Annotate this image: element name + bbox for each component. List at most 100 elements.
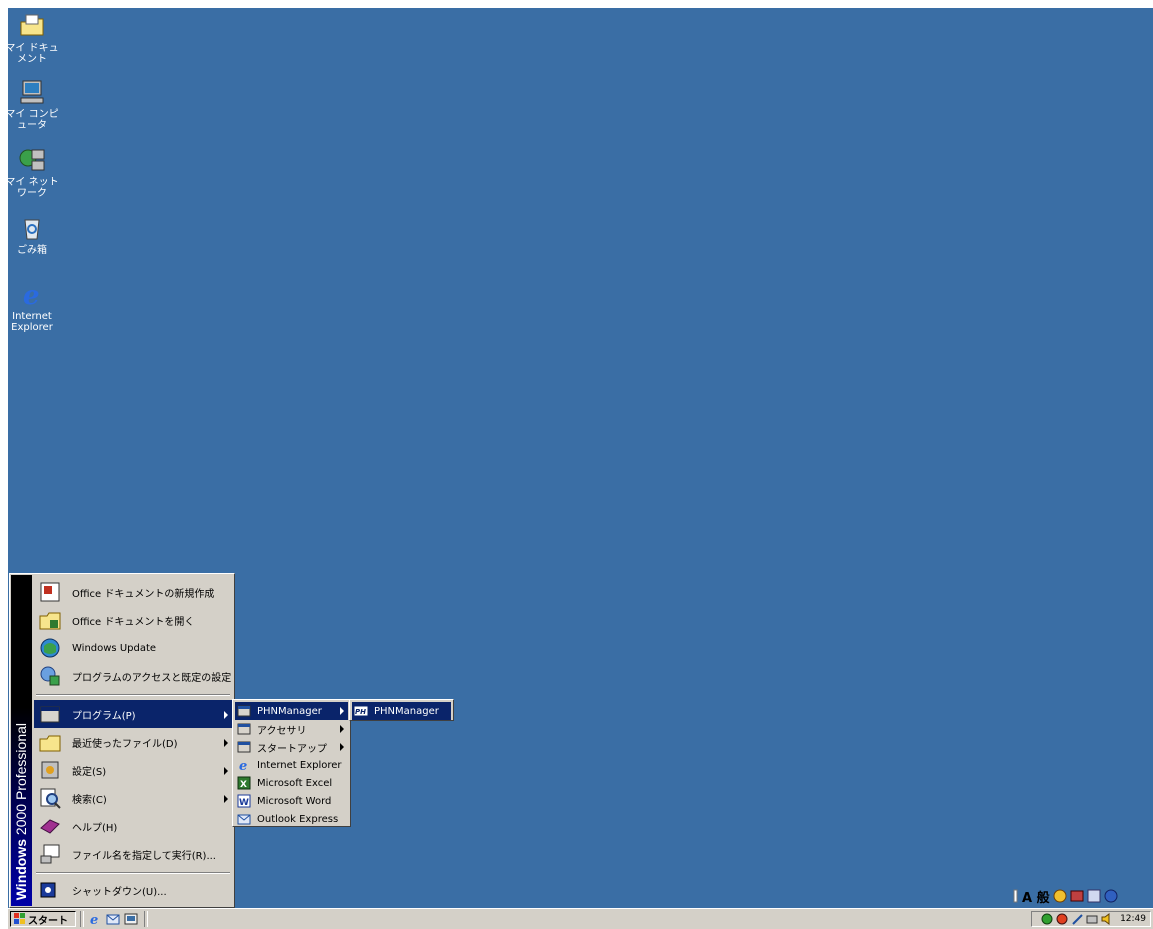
desktop-icon-label: マイ ネットワーク <box>5 177 59 199</box>
start-button[interactable]: スタート <box>10 911 76 927</box>
program-defaults-icon <box>40 666 60 686</box>
banner-rest-text: 2000 Professional <box>13 722 29 839</box>
desktop-icon-my-computer[interactable]: マイ コンピュータ <box>2 78 62 131</box>
programs-submenu: PHNManager アクセサリ スタートアップ e Internet Expl… <box>232 699 351 827</box>
volume-icon[interactable] <box>1101 913 1113 925</box>
start-item-label: Office ドキュメントを開く <box>72 616 195 628</box>
phnmanager-submenu: PH PHNManager <box>349 699 454 721</box>
desktop-icon-label: ごみ箱 <box>17 245 47 256</box>
windows-logo-icon <box>14 913 25 924</box>
desktop-icon-label: Internet Explorer <box>11 311 53 333</box>
start-button-label: スタート <box>28 915 68 927</box>
start-item-shutdown[interactable]: シャットダウン(U)... <box>34 876 232 904</box>
help-icon <box>40 819 60 834</box>
documents-icon <box>39 735 61 752</box>
start-item-label: 設定(S) <box>72 766 107 778</box>
folder-documents-icon <box>20 14 44 36</box>
ime-tool-icon[interactable] <box>1070 889 1084 903</box>
ime-help-icon[interactable] <box>1104 889 1118 903</box>
quicklaunch-separator <box>80 911 84 927</box>
svg-text:e: e <box>239 759 247 772</box>
ime-pad-icon[interactable] <box>1087 889 1101 903</box>
start-item-label: プログラムのアクセスと既定の設定 <box>72 672 232 684</box>
programs-icon <box>40 706 60 723</box>
phnmanager-item-label: PHNManager <box>374 705 439 717</box>
submenu-arrow-icon <box>340 707 344 715</box>
desktop-icon-my-network[interactable]: マイ ネットワーク <box>2 146 62 199</box>
internet-explorer-icon[interactable]: e <box>88 912 102 926</box>
start-item-help[interactable]: ヘルプ(H) <box>34 812 232 840</box>
network-status-icon[interactable] <box>1086 913 1098 925</box>
desktop-icon-recycle-bin[interactable]: ごみ箱 <box>2 214 62 256</box>
recycle-bin-icon <box>24 219 40 240</box>
outlook-express-icon <box>237 814 251 825</box>
submenu-arrow-icon <box>224 767 228 775</box>
desktop-icon-my-documents[interactable]: マイ ドキュメント <box>2 12 62 65</box>
language-bar[interactable]: A 般 <box>1013 886 1153 906</box>
start-item-office-new[interactable]: Office ドキュメントの新規作成 <box>34 578 232 606</box>
start-menu: Windows 2000 Professional Office ドキュメントの… <box>9 573 235 908</box>
ime-status-icon[interactable] <box>1041 913 1053 925</box>
programs-item-label: Microsoft Excel <box>257 777 333 789</box>
submenu-arrow-icon <box>340 743 344 751</box>
start-item-label: 最近使ったファイル(D) <box>72 738 178 750</box>
svg-text:W: W <box>239 798 249 808</box>
start-item-windows-update[interactable]: Windows Update <box>34 634 232 662</box>
settings-icon <box>41 761 59 779</box>
clock[interactable]: 12:49 <box>1120 914 1146 924</box>
programs-item-phnmanager[interactable]: PHNManager <box>235 702 348 720</box>
start-item-office-open[interactable]: Office ドキュメントを開く <box>34 606 232 634</box>
start-item-documents[interactable]: 最近使ったファイル(D) <box>34 728 232 756</box>
desktop-icon-label: マイ ドキュメント <box>5 43 59 65</box>
programs-item-label: Outlook Express <box>257 813 339 825</box>
programs-item-internet-explorer[interactable]: e Internet Explorer <box>235 756 348 774</box>
program-group-icon <box>237 723 251 735</box>
programs-item-excel[interactable]: X Microsoft Excel <box>235 774 348 792</box>
program-group-icon <box>237 741 251 753</box>
programs-item-outlook-express[interactable]: Outlook Express <box>235 810 348 828</box>
taskbar: スタート e 12:49 <box>8 908 1153 929</box>
ime-pen-icon[interactable] <box>1053 889 1067 903</box>
start-item-label: Windows Update <box>72 642 157 654</box>
word-icon: W <box>237 794 251 808</box>
outlook-express-icon[interactable] <box>106 912 120 926</box>
svg-text:X: X <box>240 780 247 790</box>
svg-text:PH: PH <box>355 708 366 716</box>
start-item-label: ヘルプ(H) <box>72 822 118 834</box>
internet-explorer-icon: e <box>239 759 247 772</box>
start-item-label: 検索(C) <box>72 794 107 806</box>
programs-item-word[interactable]: W Microsoft Word <box>235 792 348 810</box>
start-menu-separator <box>36 872 230 874</box>
start-item-label: シャットダウン(U)... <box>72 886 167 898</box>
office-new-icon <box>40 582 60 602</box>
banner-bold-text: Windows <box>13 838 29 900</box>
start-item-settings[interactable]: 設定(S) <box>34 756 232 784</box>
shutdown-icon <box>40 882 56 898</box>
language-bar-grip-icon <box>1013 889 1018 903</box>
programs-item-startup[interactable]: スタートアップ <box>235 738 348 756</box>
show-desktop-icon[interactable] <box>124 912 138 926</box>
pen-tool-icon[interactable] <box>1071 913 1083 925</box>
svg-text:e: e <box>23 281 40 308</box>
start-item-label: ファイル名を指定して実行(R)... <box>72 850 216 862</box>
start-item-label: プログラム(P) <box>72 710 136 722</box>
office-open-icon <box>39 612 61 630</box>
submenu-arrow-icon <box>224 739 228 747</box>
program-group-icon <box>237 705 251 717</box>
run-icon <box>40 844 60 864</box>
system-tray: 12:49 <box>1031 911 1151 927</box>
excel-icon: X <box>237 776 251 790</box>
programs-item-accessories[interactable]: アクセサリ <box>235 720 348 738</box>
start-item-run[interactable]: ファイル名を指定して実行(R)... <box>34 840 232 868</box>
language-bar-text: A 般 <box>1022 890 1050 906</box>
windows-update-icon <box>40 638 60 658</box>
programs-item-label: Internet Explorer <box>257 759 342 771</box>
programs-item-label: アクセサリ <box>257 725 307 737</box>
start-item-program-defaults[interactable]: プログラムのアクセスと既定の設定 <box>34 662 232 690</box>
antivirus-icon[interactable] <box>1056 913 1068 925</box>
desktop-icon-internet-explorer[interactable]: e Internet Explorer <box>2 280 62 333</box>
start-menu-banner: Windows 2000 Professional <box>11 575 32 906</box>
phnmanager-item[interactable]: PH PHNManager <box>352 702 451 720</box>
start-item-search[interactable]: 検索(C) <box>34 784 232 812</box>
start-item-programs[interactable]: プログラム(P) <box>34 700 232 728</box>
